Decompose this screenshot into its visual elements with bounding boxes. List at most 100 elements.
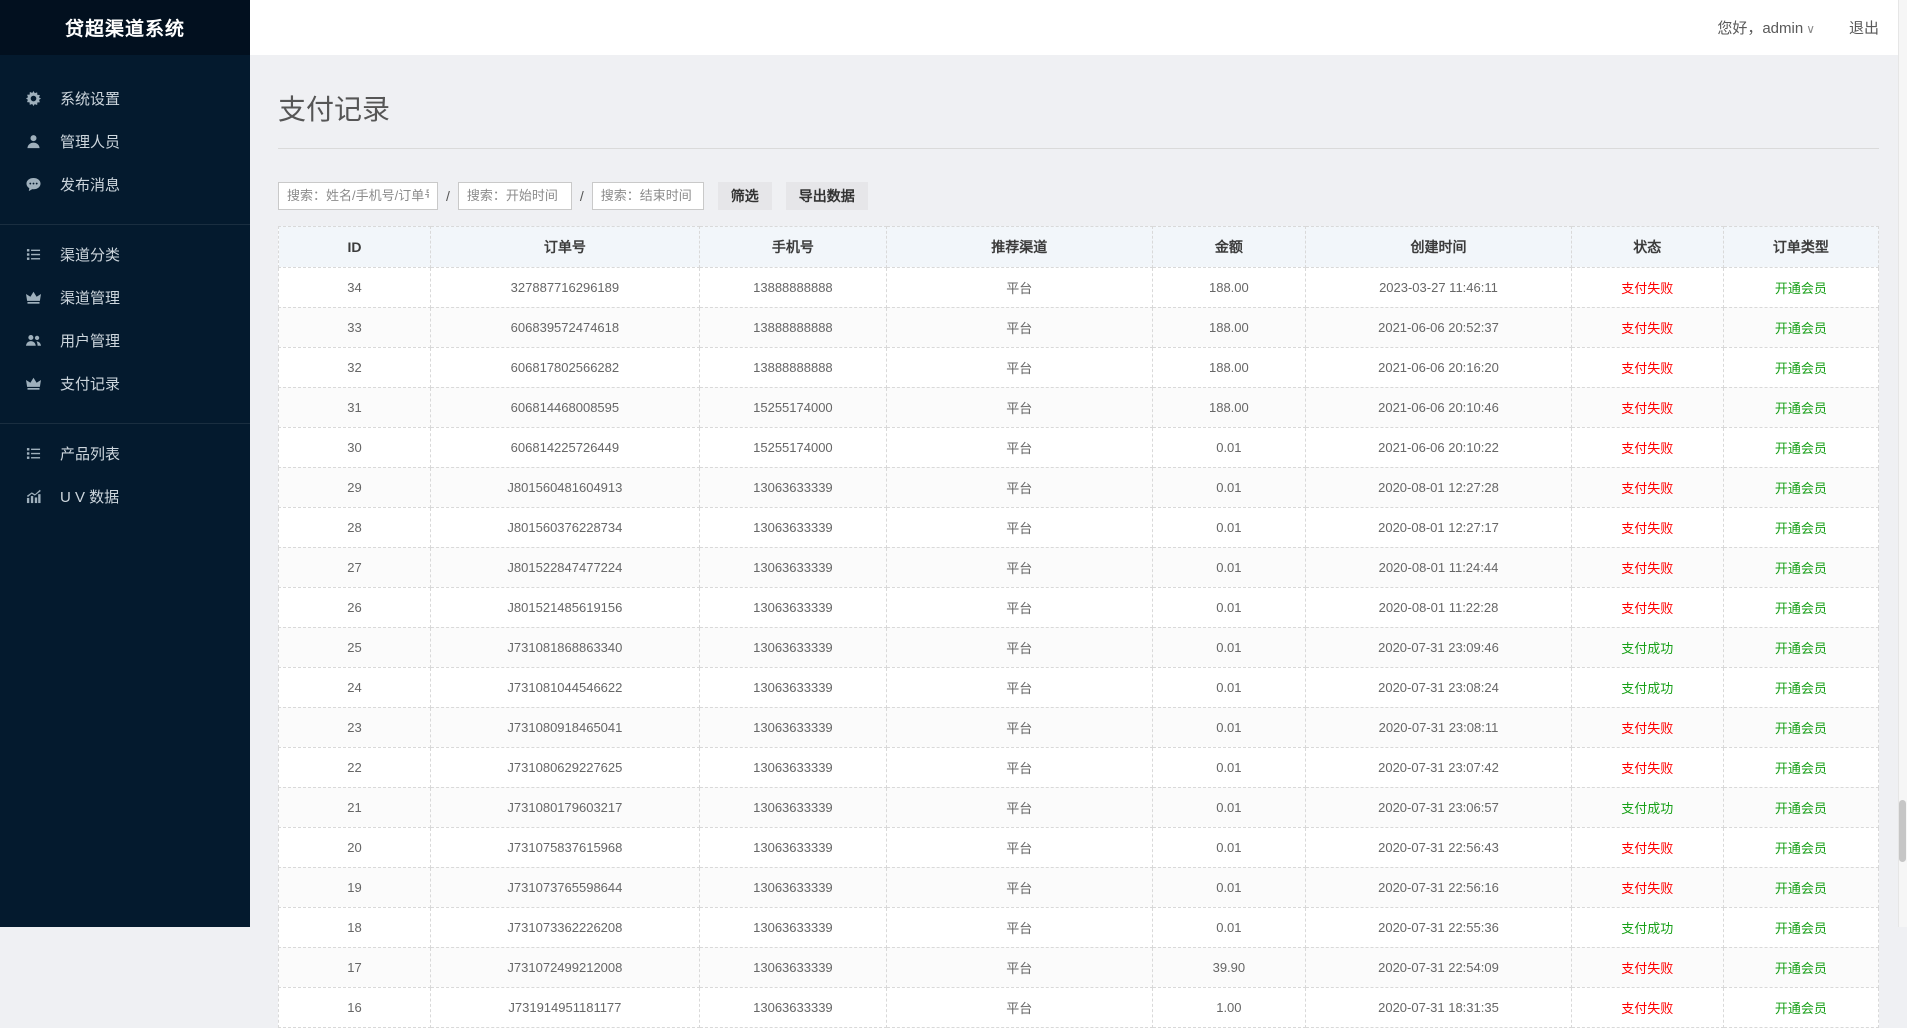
user-icon bbox=[26, 134, 44, 150]
cell-order-no: 606814225726449 bbox=[431, 427, 700, 467]
sidebar-group: 系统设置管理人员发布消息 bbox=[0, 69, 250, 225]
user-greeting[interactable]: 您好，admin∨ bbox=[1717, 17, 1815, 38]
sidebar-item-label: U V 数据 bbox=[60, 486, 119, 507]
cell-created-time: 2020-07-31 22:56:16 bbox=[1306, 867, 1572, 907]
cell-id: 30 bbox=[279, 427, 431, 467]
cell-channel: 平台 bbox=[886, 707, 1152, 747]
cell-amount: 0.01 bbox=[1152, 427, 1306, 467]
logout-link[interactable]: 退出 bbox=[1849, 17, 1879, 38]
table-row: 3260681780256628213888888888平台188.002021… bbox=[279, 347, 1879, 387]
sidebar-item-user[interactable]: 管理人员 bbox=[0, 120, 250, 163]
payment-records-table: ID订单号手机号推荐渠道金额创建时间状态订单类型 343278877162961… bbox=[278, 226, 1879, 1028]
cell-phone: 13888888888 bbox=[699, 347, 886, 387]
cell-amount: 188.00 bbox=[1152, 267, 1306, 307]
sidebar-item-gear[interactable]: 系统设置 bbox=[0, 77, 250, 120]
cell-created-time: 2020-08-01 12:27:17 bbox=[1306, 507, 1572, 547]
sidebar-item-crown[interactable]: 支付记录 bbox=[0, 362, 250, 405]
cell-id: 29 bbox=[279, 467, 431, 507]
cell-phone: 13063633339 bbox=[699, 707, 886, 747]
cell-order-type: 开通会员 bbox=[1723, 787, 1878, 827]
column-header: 创建时间 bbox=[1306, 226, 1572, 267]
table-row: 3060681422572644915255174000平台0.012021-0… bbox=[279, 427, 1879, 467]
sidebar-item-crown[interactable]: 渠道管理 bbox=[0, 276, 250, 319]
cell-channel: 平台 bbox=[886, 987, 1152, 1027]
status-badge: 支付失败 bbox=[1571, 307, 1723, 347]
cell-channel: 平台 bbox=[886, 507, 1152, 547]
cell-amount: 188.00 bbox=[1152, 347, 1306, 387]
cell-phone: 13888888888 bbox=[699, 267, 886, 307]
cell-channel: 平台 bbox=[886, 427, 1152, 467]
cell-channel: 平台 bbox=[886, 547, 1152, 587]
cell-id: 24 bbox=[279, 667, 431, 707]
status-badge: 支付失败 bbox=[1571, 747, 1723, 787]
cell-id: 32 bbox=[279, 347, 431, 387]
start-time-input[interactable] bbox=[458, 182, 572, 210]
status-badge: 支付失败 bbox=[1571, 867, 1723, 907]
export-data-button[interactable]: 导出数据 bbox=[786, 182, 868, 210]
cell-created-time: 2023-03-27 11:46:11 bbox=[1306, 267, 1572, 307]
cell-id: 23 bbox=[279, 707, 431, 747]
column-header: 金额 bbox=[1152, 226, 1306, 267]
cell-order-no: 606817802566282 bbox=[431, 347, 700, 387]
cell-order-no: 606839572474618 bbox=[431, 307, 700, 347]
column-header: 推荐渠道 bbox=[886, 226, 1152, 267]
sidebar-menu: 系统设置管理人员发布消息渠道分类渠道管理用户管理支付记录产品列表 U V 数据 bbox=[0, 55, 250, 536]
cell-id: 27 bbox=[279, 547, 431, 587]
cell-order-no: J731081868863340 bbox=[431, 627, 700, 667]
cell-phone: 13063633339 bbox=[699, 507, 886, 547]
list-icon bbox=[26, 446, 44, 462]
cell-order-no: J801560481604913 bbox=[431, 467, 700, 507]
status-badge: 支付成功 bbox=[1571, 627, 1723, 667]
sidebar-item-users[interactable]: 用户管理 bbox=[0, 319, 250, 362]
sidebar: 贷超渠道系统 系统设置管理人员发布消息渠道分类渠道管理用户管理支付记录产品列表U… bbox=[0, 0, 250, 927]
table-row: 29J80156048160491313063633339平台0.012020-… bbox=[279, 467, 1879, 507]
main-content: 支付记录 / / 筛选 导出数据 ID订单号手机号推荐渠道金额创建时间状态订单类… bbox=[250, 55, 1907, 927]
cell-order-no: J731080629227625 bbox=[431, 747, 700, 787]
status-badge: 支付失败 bbox=[1571, 547, 1723, 587]
end-time-input[interactable] bbox=[592, 182, 704, 210]
sidebar-item-list[interactable]: 渠道分类 bbox=[0, 233, 250, 276]
cell-channel: 平台 bbox=[886, 387, 1152, 427]
cell-created-time: 2020-08-01 11:22:28 bbox=[1306, 587, 1572, 627]
cell-order-no: J731072499212008 bbox=[431, 947, 700, 987]
cell-created-time: 2021-06-06 20:10:46 bbox=[1306, 387, 1572, 427]
cell-amount: 0.01 bbox=[1152, 867, 1306, 907]
cell-phone: 13063633339 bbox=[699, 907, 886, 947]
cell-order-type: 开通会员 bbox=[1723, 507, 1878, 547]
sidebar-item-chart[interactable]: U V 数据 bbox=[0, 475, 250, 518]
scrollbar[interactable] bbox=[1898, 0, 1907, 927]
status-badge: 支付失败 bbox=[1571, 507, 1723, 547]
cell-order-type: 开通会员 bbox=[1723, 307, 1878, 347]
sidebar-item-label: 用户管理 bbox=[60, 330, 120, 351]
sidebar-item-comment[interactable]: 发布消息 bbox=[0, 163, 250, 206]
cell-order-type: 开通会员 bbox=[1723, 747, 1878, 787]
cell-id: 19 bbox=[279, 867, 431, 907]
cell-order-type: 开通会员 bbox=[1723, 987, 1878, 1027]
cell-created-time: 2020-07-31 22:55:36 bbox=[1306, 907, 1572, 947]
separator: / bbox=[580, 188, 584, 204]
sidebar-item-list[interactable]: 产品列表 bbox=[0, 432, 250, 475]
cell-phone: 15255174000 bbox=[699, 427, 886, 467]
scrollbar-thumb[interactable] bbox=[1899, 800, 1906, 862]
cell-order-type: 开通会员 bbox=[1723, 707, 1878, 747]
cell-amount: 0.01 bbox=[1152, 787, 1306, 827]
table-row: 17J73107249921200813063633339平台39.902020… bbox=[279, 947, 1879, 987]
cell-order-type: 开通会员 bbox=[1723, 387, 1878, 427]
status-badge: 支付失败 bbox=[1571, 387, 1723, 427]
cell-id: 18 bbox=[279, 907, 431, 947]
table-row: 27J80152284747722413063633339平台0.012020-… bbox=[279, 547, 1879, 587]
filter-button[interactable]: 筛选 bbox=[718, 182, 772, 210]
status-badge: 支付失败 bbox=[1571, 587, 1723, 627]
cell-order-no: J801560376228734 bbox=[431, 507, 700, 547]
sidebar-item-label: 支付记录 bbox=[60, 373, 120, 394]
table-row: 24J73108104454662213063633339平台0.012020-… bbox=[279, 667, 1879, 707]
cell-phone: 13063633339 bbox=[699, 827, 886, 867]
cell-created-time: 2020-07-31 23:08:24 bbox=[1306, 667, 1572, 707]
header-row: ID订单号手机号推荐渠道金额创建时间状态订单类型 bbox=[279, 226, 1879, 267]
table-row: 16J73191495118117713063633339平台1.002020-… bbox=[279, 987, 1879, 1027]
gear-icon bbox=[26, 91, 44, 107]
cell-order-no: J731080918465041 bbox=[431, 707, 700, 747]
cell-order-type: 开通会员 bbox=[1723, 627, 1878, 667]
keyword-search-input[interactable] bbox=[278, 182, 438, 210]
sidebar-item-label: 发布消息 bbox=[60, 174, 120, 195]
